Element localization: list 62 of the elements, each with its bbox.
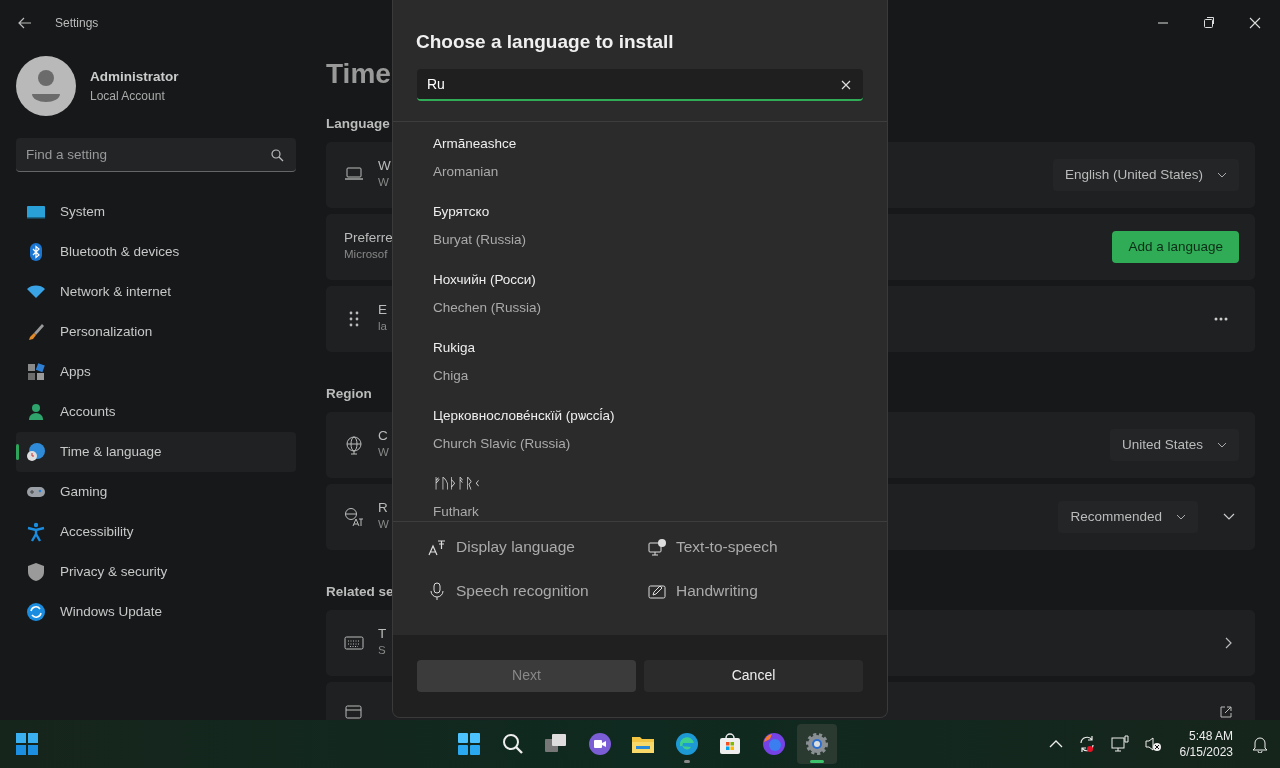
sidebar-item[interactable]: Personalization [16, 311, 296, 352]
page-heading: Time [326, 56, 391, 91]
language-english-name: Futhark [433, 502, 479, 521]
language-search-field[interactable]: Ru [417, 68, 863, 101]
section-heading: Region [326, 384, 372, 403]
sidebar-item[interactable]: Time & language [16, 431, 296, 472]
card-subtitle: W [378, 445, 389, 461]
language-native-name: Церковнослове́нскїй (рѡссі́а) [433, 406, 615, 425]
sidebar-item[interactable]: Bluetooth & devices [16, 231, 296, 272]
language-option[interactable]: Нохчийн (Росси) Chechen (Russia) [393, 263, 887, 332]
feature-label: Text-to-speech [676, 536, 778, 557]
feature-label: Speech recognition [456, 580, 589, 601]
account-type: Local Account [90, 87, 166, 105]
card-subtitle: S [378, 643, 386, 659]
card-title: E [378, 302, 387, 319]
language-native-name: Rukiga [433, 338, 476, 357]
card-subtitle: Microsof [344, 247, 388, 263]
sidebar-item[interactable]: Apps [16, 351, 296, 392]
sidebar-item[interactable]: Windows Update [16, 591, 296, 632]
language-english-name: Aromanian [433, 162, 499, 181]
add-language-button[interactable]: Add a language [1112, 230, 1239, 263]
language-native-name: Armãneashce [433, 134, 517, 153]
dropdown[interactable]: United States [1109, 428, 1239, 461]
language-option[interactable]: Церковнослове́нскїй (рѡссі́а) Church Slavic (Russia) [393, 399, 887, 468]
card-title: C [378, 428, 388, 445]
language-native-name: Бурятско [433, 202, 490, 221]
sidebar-item[interactable]: Accessibility [16, 511, 296, 552]
language-option[interactable]: Rukiga Chiga [393, 331, 887, 400]
window-title: Settings [55, 14, 99, 32]
language-native-name: Нохчийн (Росси) [433, 270, 536, 289]
sidebar-item[interactable]: Network & internet [16, 271, 296, 312]
feature-label: Display language [456, 536, 575, 557]
dropdown[interactable]: English (United States) [1052, 158, 1239, 191]
section-heading: Language [326, 114, 390, 133]
account-name: Administrator [90, 67, 179, 86]
clock-time: 5:48 AM [1187, 727, 1233, 744]
feature-label: Handwriting [676, 580, 758, 601]
clock-date: 6/15/2023 [1179, 744, 1233, 761]
section-heading: Related se [326, 582, 394, 601]
language-native-name: ᚠᚢᚦᚨᚱᚲ [433, 474, 481, 493]
card-title: W [378, 158, 391, 175]
language-english-name: Church Slavic (Russia) [433, 434, 571, 453]
language-english-name: Chiga [433, 366, 469, 385]
card-title: Preferre [344, 230, 393, 247]
dialog-title: Choose a language to install [416, 30, 675, 54]
cancel-button[interactable]: Cancel [644, 659, 863, 692]
card-subtitle: W [378, 517, 389, 533]
language-option[interactable]: Armãneashce Aromanian [393, 127, 887, 196]
language-option[interactable]: ᚠᚢᚦᚨᚱᚲ Futhark [393, 467, 887, 521]
search-field[interactable]: Find a setting [16, 137, 296, 172]
sidebar-item[interactable]: Accounts [16, 391, 296, 432]
card-subtitle: la [378, 319, 387, 335]
sidebar-item[interactable]: Gaming [16, 471, 296, 512]
dropdown[interactable]: Recommended [1058, 500, 1198, 533]
card-subtitle: W [378, 175, 389, 191]
language-option[interactable]: Бурятско Buryat (Russia) [393, 195, 887, 264]
language-english-name: Buryat (Russia) [433, 230, 527, 249]
sidebar-item[interactable]: Privacy & security [16, 551, 296, 592]
language-english-name: Chechen (Russia) [433, 298, 542, 317]
sidebar-item[interactable]: System [16, 191, 296, 232]
card-title: R [378, 500, 388, 517]
card-title: T [378, 626, 387, 643]
